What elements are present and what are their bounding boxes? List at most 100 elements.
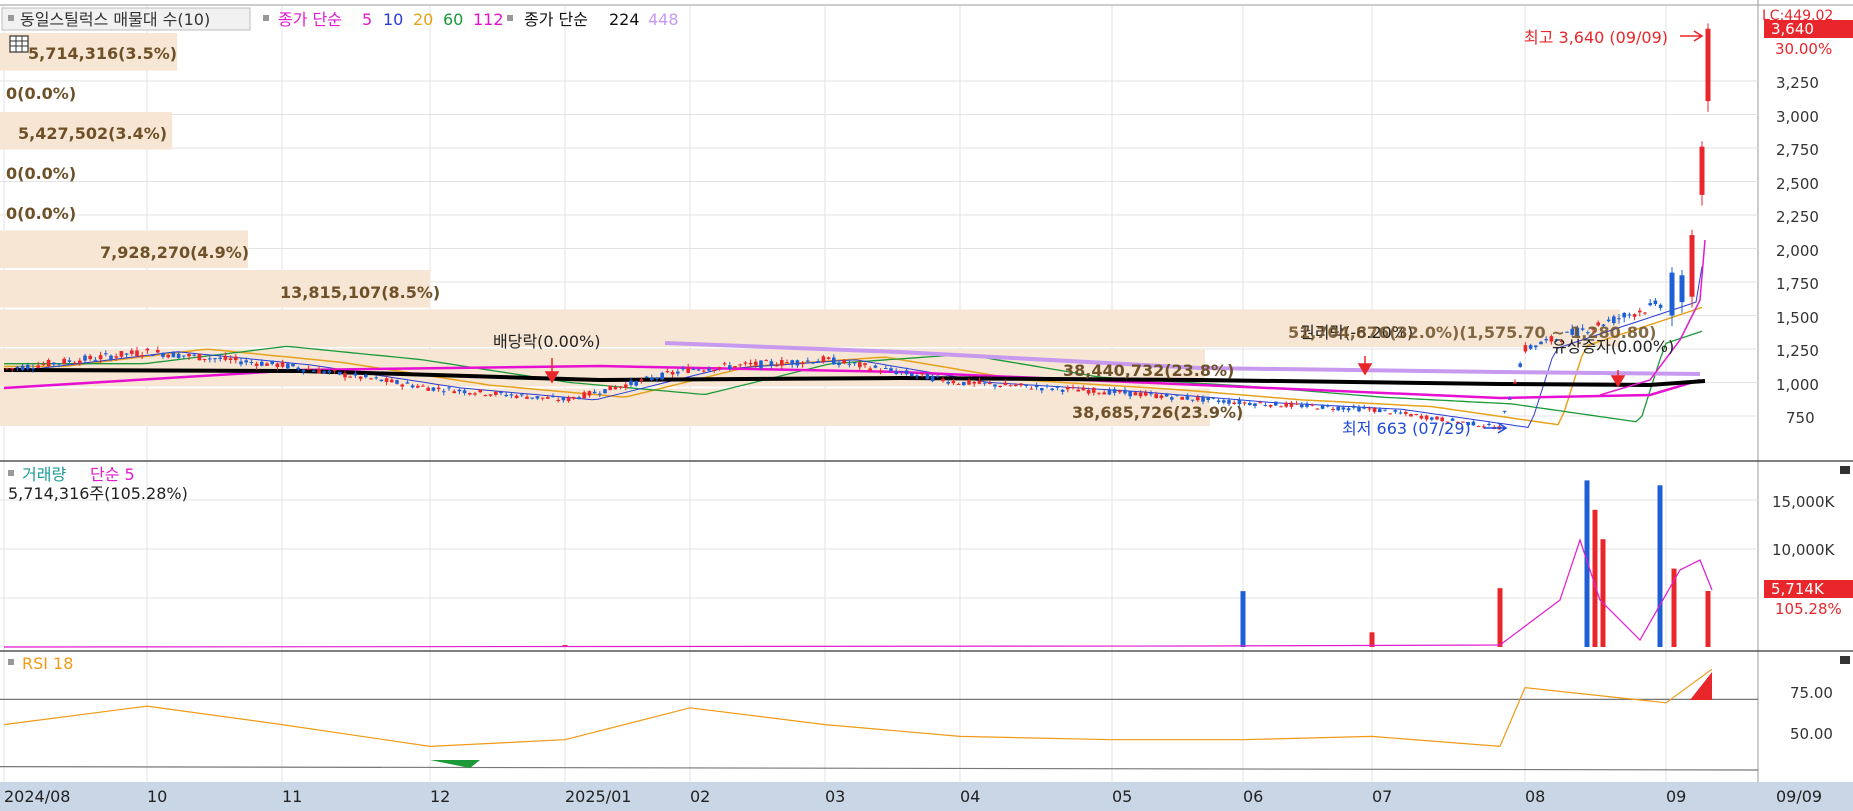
candle-body [46,359,51,367]
candle-body [182,355,186,357]
candle-body [785,362,789,364]
candle-body [197,353,202,361]
candle-body [847,363,852,365]
candle-body [1024,384,1028,386]
candle-body [364,374,368,378]
candle-body [31,368,35,370]
candle-body [988,382,992,384]
candle-body [83,355,87,361]
candle-body [644,376,649,378]
candle-body [748,362,753,365]
candle-body [234,356,238,361]
candle-body [1352,405,1356,408]
candle-body [1258,402,1262,404]
candle-body [577,397,581,399]
ma448-legend[interactable]: 448 [648,10,679,29]
ma5-legend[interactable]: 5 [362,10,372,29]
candle-body [962,381,966,386]
candle-body [1362,407,1366,409]
candle-body [1476,425,1481,427]
rsi-legend-bullet [8,659,14,665]
profile-label: 0(0.0%) [6,164,76,183]
candle-body [551,396,555,398]
candle-body [1248,402,1252,406]
candle-body [5,368,9,370]
candle-body [1508,398,1512,400]
profile-band [0,388,1210,426]
volume-ma-legend[interactable]: 단순 5 [90,465,135,484]
candle-body [743,362,748,364]
candle-body [1638,310,1642,313]
candle-body [1185,396,1190,400]
stock-chart[interactable]: 동일스틸럭스 매물대 수(10) 종가 단순 5 10 20 60 112 종가… [0,0,1853,811]
candle-body [696,369,701,371]
candle-body [468,393,472,395]
candle-body [1206,396,1210,400]
candle-body [1346,408,1351,411]
candle-body [426,387,430,391]
candle-body [187,353,191,357]
candle-body [759,360,763,368]
candle-body [837,362,841,366]
volume-legend[interactable]: 거래량 [22,465,66,484]
candle-body [457,389,462,392]
candle-body [946,382,950,384]
candle-body [1310,404,1314,406]
candle-body [478,389,482,393]
candle-body [1040,387,1044,391]
profile-label: 7,928,270(4.9%) [100,243,249,262]
ma112-legend[interactable]: 112 [473,10,504,29]
candle-body [1513,382,1517,384]
volume-close-icon[interactable] [1840,466,1850,474]
ma60-legend[interactable]: 60 [443,10,463,29]
ma-legend-label-2[interactable]: 종가 단순 [524,10,588,29]
candle-body [161,353,165,357]
x-tick: 2024/08 [4,787,70,806]
candle-body [223,355,228,360]
candle-body [546,397,550,399]
candle-body [1175,394,1179,396]
ma224-legend[interactable]: 224 [609,10,640,29]
price-tick: 1,500 [1776,309,1819,327]
candle-body [1253,403,1257,407]
candle-body [52,362,56,365]
rsi-legend[interactable]: RSI 18 [22,654,73,673]
price-tick: 750 [1786,409,1815,427]
candle-body [1341,407,1346,410]
candle-body [1331,409,1335,411]
candle-body [852,362,857,364]
candle-body [1653,300,1658,305]
candle-body [603,389,607,394]
table-icon[interactable] [9,35,29,53]
candle-body [140,355,144,357]
candle-body [1008,385,1013,387]
chart-title[interactable]: 동일스틸럭스 매물대 수(10) [20,10,210,29]
candle-body [1643,312,1647,314]
ma10-legend[interactable]: 10 [383,10,403,29]
ma-legend-label[interactable]: 종가 단순 [278,10,342,29]
ma20-legend[interactable]: 20 [413,10,433,29]
candle-body [722,363,727,365]
candle-body [587,391,592,396]
candle-body [150,354,155,357]
candle-body [1414,414,1418,416]
candle-body [239,361,243,365]
candle-body [275,363,280,368]
candle-body [244,360,248,363]
candle-body [665,371,670,373]
candle-body [286,363,290,369]
volume-bar [1584,480,1590,647]
rsi-close-icon[interactable] [1840,656,1850,664]
candle-body [473,393,477,395]
candle-body [124,353,129,355]
candle-body [780,360,784,366]
candle-body [119,351,124,357]
candle-body [582,392,586,399]
candle-body [213,358,217,360]
candle-body [514,395,519,398]
candle-body [1284,402,1288,407]
x-tick: 12 [430,787,450,806]
candle-body [1066,387,1070,390]
candle-body [62,358,66,364]
x-tick: 07 [1372,787,1392,806]
